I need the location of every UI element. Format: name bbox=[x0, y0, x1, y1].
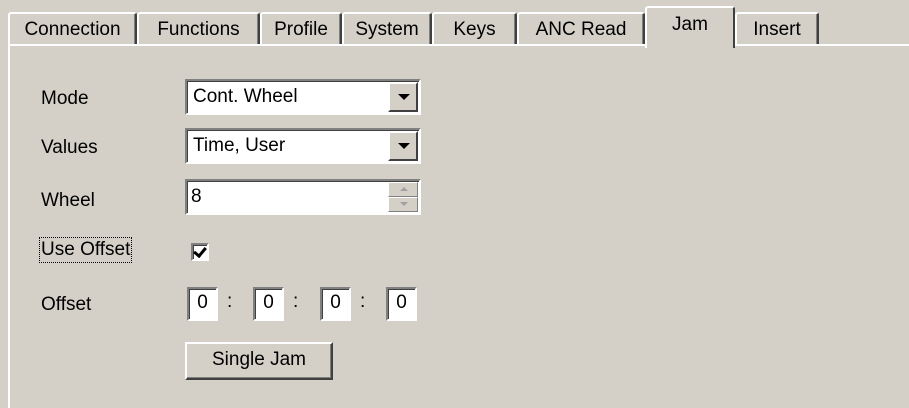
wheel-spin-buttons bbox=[388, 182, 418, 212]
tab-insert[interactable]: Insert bbox=[735, 12, 819, 45]
offset-hours-field[interactable]: 0 bbox=[187, 287, 218, 321]
mode-select-value: Cont. Wheel bbox=[193, 86, 298, 107]
tab-system[interactable]: System bbox=[342, 12, 432, 45]
tab-functions[interactable]: Functions bbox=[137, 12, 260, 45]
tab-label: Keys bbox=[453, 19, 496, 40]
jam-tab-page: Mode Cont. Wheel Values Time, User Wheel… bbox=[8, 46, 909, 408]
tab-label: Profile bbox=[274, 19, 328, 40]
mode-select[interactable]: Cont. Wheel bbox=[185, 79, 421, 115]
values-label: Values bbox=[41, 137, 98, 158]
chevron-down-icon bbox=[398, 94, 410, 100]
single-jam-button[interactable]: Single Jam bbox=[185, 342, 333, 380]
wheel-spinbox[interactable]: 8 bbox=[185, 179, 421, 215]
offset-label: Offset bbox=[41, 294, 92, 315]
chevron-down-icon bbox=[398, 143, 410, 149]
offset-minutes-field[interactable]: 0 bbox=[253, 287, 284, 321]
tab-label: Functions bbox=[157, 19, 240, 40]
tab-strip-divider bbox=[8, 44, 909, 46]
tab-label: Insert bbox=[753, 19, 801, 40]
tab-keys[interactable]: Keys bbox=[432, 12, 517, 45]
mode-dropdown-button[interactable] bbox=[388, 82, 418, 112]
values-select[interactable]: Time, User bbox=[185, 128, 421, 164]
checkmark-icon bbox=[193, 243, 207, 259]
tab-connection[interactable]: Connection bbox=[8, 12, 137, 45]
wheel-increment-button[interactable] bbox=[388, 182, 418, 197]
tab-label: System bbox=[355, 19, 419, 40]
values-select-value: Time, User bbox=[193, 135, 286, 156]
tab-strip: Connection Functions Profile System Keys… bbox=[0, 0, 909, 48]
wheel-label: Wheel bbox=[41, 190, 95, 211]
wheel-decrement-button[interactable] bbox=[388, 197, 418, 212]
tab-anc-read[interactable]: ANC Read bbox=[517, 12, 645, 45]
offset-separator: : bbox=[360, 291, 366, 312]
arrow-up-icon bbox=[400, 187, 408, 191]
mode-label: Mode bbox=[41, 88, 89, 109]
offset-frames-field[interactable]: 0 bbox=[386, 287, 417, 321]
use-offset-label[interactable]: Use Offset bbox=[38, 237, 133, 263]
tab-label: Jam bbox=[672, 14, 708, 35]
offset-separator: : bbox=[293, 291, 299, 312]
tab-label: Connection bbox=[24, 19, 121, 40]
tab-label: ANC Read bbox=[535, 19, 627, 40]
offset-seconds-field[interactable]: 0 bbox=[320, 287, 351, 321]
values-dropdown-button[interactable] bbox=[388, 131, 418, 161]
use-offset-checkbox[interactable] bbox=[191, 243, 209, 261]
arrow-down-icon bbox=[400, 202, 408, 206]
jam-settings-window: Connection Functions Profile System Keys… bbox=[0, 0, 909, 408]
offset-separator: : bbox=[227, 291, 233, 312]
tab-profile[interactable]: Profile bbox=[260, 12, 342, 45]
tab-jam[interactable]: Jam bbox=[645, 6, 735, 48]
wheel-value: 8 bbox=[191, 186, 202, 207]
